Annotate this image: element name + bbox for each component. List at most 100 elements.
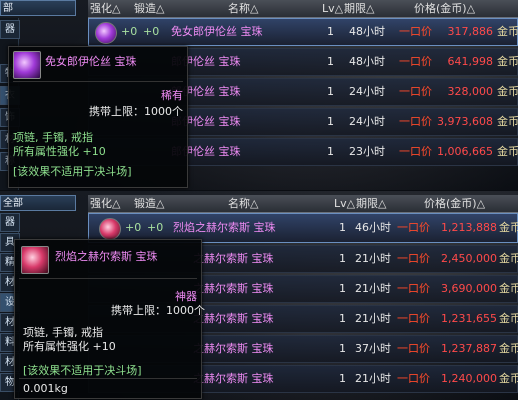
col-price[interactable]: 价格(金币)△ <box>414 0 475 17</box>
buy-type: 一口价 <box>397 372 430 385</box>
category-head[interactable]: 全部 <box>0 195 76 211</box>
category-item[interactable]: 器 <box>0 20 20 39</box>
forge-value: +0 <box>147 221 164 234</box>
col-name[interactable]: 名称△ <box>228 195 258 212</box>
tooltip-effect: 所有属性强化 +10 <box>23 340 116 353</box>
item-period: 46小时 <box>355 221 391 234</box>
item-price: 1,237,887 <box>441 342 497 355</box>
item-price: 3,973,608 <box>437 115 493 128</box>
item-level: 1 <box>339 372 346 385</box>
item-period: 21小时 <box>355 372 391 385</box>
item-period: 48小时 <box>349 25 385 38</box>
currency-label: 金币 <box>497 55 518 68</box>
item-period: 23小时 <box>349 145 385 158</box>
col-level[interactable]: Lv△ <box>334 195 355 212</box>
tooltip-note: [该效果不适用于决斗场] <box>23 364 142 377</box>
col-enhance[interactable]: 强化△ <box>90 0 120 17</box>
item-level: 1 <box>327 145 334 158</box>
tooltip-rarity: 稀有 <box>161 89 183 102</box>
item-level: 1 <box>339 282 346 295</box>
currency-label: 金币 <box>497 25 518 38</box>
item-price: 3,690,000 <box>441 282 497 295</box>
item-price: 1,231,655 <box>441 312 497 325</box>
item-level: 1 <box>339 312 346 325</box>
item-level: 1 <box>339 342 346 355</box>
item-level: 1 <box>327 55 334 68</box>
enhance-value: +0 <box>121 25 138 38</box>
currency-label: 金币 <box>499 312 518 325</box>
item-name: 之赫尔索斯 宝珠 <box>193 252 274 265</box>
tooltip-weight: 0.001kg <box>23 382 68 395</box>
col-forge[interactable]: 锻造△ <box>134 0 164 17</box>
divider <box>19 278 197 279</box>
buy-type: 一口价 <box>399 25 432 38</box>
buy-type: 一口价 <box>397 282 430 295</box>
listing-row[interactable]: +0 +0 免女郎伊伦丝 宝珠 1 48小时 一口价 317,886 金币 <box>88 18 518 46</box>
tooltip-note: [该效果不适用于决斗场] <box>13 165 132 178</box>
tooltip-title: 烈焰之赫尔索斯 宝珠 <box>55 250 158 263</box>
item-level: 1 <box>327 25 334 38</box>
item-level: 1 <box>339 221 346 234</box>
item-name: 之赫尔索斯 宝珠 <box>193 282 274 295</box>
col-period[interactable]: 期限△ <box>344 0 374 17</box>
auction-panel-top: 部 器 物 衣 饰 材 称 强化△ 锻造△ 名称△ Lv△ 期限△ 价格(金币)… <box>0 0 518 190</box>
item-period: 21小时 <box>355 312 391 325</box>
item-name: 之赫尔索斯 宝珠 <box>193 372 274 385</box>
item-price: 328,000 <box>447 85 494 98</box>
orb-icon <box>99 218 121 240</box>
currency-label: 金币 <box>499 372 518 385</box>
item-price: 1,213,888 <box>441 221 497 234</box>
tooltip-effect: 所有属性强化 +10 <box>13 145 106 158</box>
buy-type: 一口价 <box>399 145 432 158</box>
item-period: 48小时 <box>349 55 385 68</box>
orb-icon <box>13 51 41 79</box>
item-price: 1,006,665 <box>437 145 493 158</box>
buy-type: 一口价 <box>399 55 432 68</box>
currency-label: 金币 <box>499 252 518 265</box>
col-enhance[interactable]: 强化△ <box>90 195 120 212</box>
item-name: 免女郎伊伦丝 宝珠 <box>171 25 263 38</box>
enhance-value: +0 <box>125 221 142 234</box>
item-price: 317,886 <box>447 25 494 38</box>
currency-label: 金币 <box>499 221 518 234</box>
col-price[interactable]: 价格(金币)△ <box>424 195 485 212</box>
item-period: 24小时 <box>349 85 385 98</box>
divider <box>19 378 197 379</box>
column-header: 强化△ 锻造△ 名称△ Lv△ 期限△ 价格(金币)△ <box>88 195 518 213</box>
divider <box>13 81 183 82</box>
item-name: 之赫尔索斯 宝珠 <box>193 312 274 325</box>
item-level: 1 <box>327 115 334 128</box>
currency-label: 金币 <box>497 145 518 158</box>
buy-type: 一口价 <box>399 115 432 128</box>
tooltip-limit: 携带上限：1000个 <box>89 105 183 118</box>
item-price: 641,998 <box>447 55 494 68</box>
item-tooltip: 烈焰之赫尔索斯 宝珠 神器 携带上限：1000个 项链, 手镯, 戒指 所有属性… <box>14 239 205 399</box>
item-price: 1,240,000 <box>441 372 497 385</box>
buy-type: 一口价 <box>399 85 432 98</box>
buy-type: 一口价 <box>397 252 430 265</box>
item-price: 2,450,000 <box>441 252 497 265</box>
tooltip-limit: 携带上限：1000个 <box>111 304 205 317</box>
col-level[interactable]: Lv△ <box>322 0 343 17</box>
currency-label: 金币 <box>497 115 518 128</box>
buy-type: 一口价 <box>397 221 430 234</box>
item-name: 烈焰之赫尔索斯 宝珠 <box>173 221 276 234</box>
col-forge[interactable]: 锻造△ <box>134 195 164 212</box>
orb-icon <box>21 246 49 274</box>
item-period: 37小时 <box>355 342 391 355</box>
column-header: 强化△ 锻造△ 名称△ Lv△ 期限△ 价格(金币)△ <box>88 0 518 18</box>
item-period: 24小时 <box>349 115 385 128</box>
tooltip-title: 免女郎伊伦丝 宝珠 <box>45 55 137 68</box>
item-name: 之赫尔索斯 宝珠 <box>193 342 274 355</box>
forge-value: +0 <box>143 25 160 38</box>
item-tooltip: 免女郎伊伦丝 宝珠 稀有 携带上限：1000个 项链, 手镯, 戒指 所有属性强… <box>8 46 188 188</box>
item-level: 1 <box>339 252 346 265</box>
auction-panel-bottom: 全部 器 具 精 材 设 材 料 材 物 强化△ 锻造△ 名称△ Lv△ 期限△… <box>0 191 518 400</box>
orb-icon <box>95 22 117 44</box>
buy-type: 一口价 <box>397 312 430 325</box>
category-item[interactable]: 器 <box>0 213 20 232</box>
col-period[interactable]: 期限△ <box>356 195 386 212</box>
item-period: 21小时 <box>355 282 391 295</box>
category-head[interactable]: 部 <box>0 0 76 16</box>
col-name[interactable]: 名称△ <box>228 0 258 17</box>
